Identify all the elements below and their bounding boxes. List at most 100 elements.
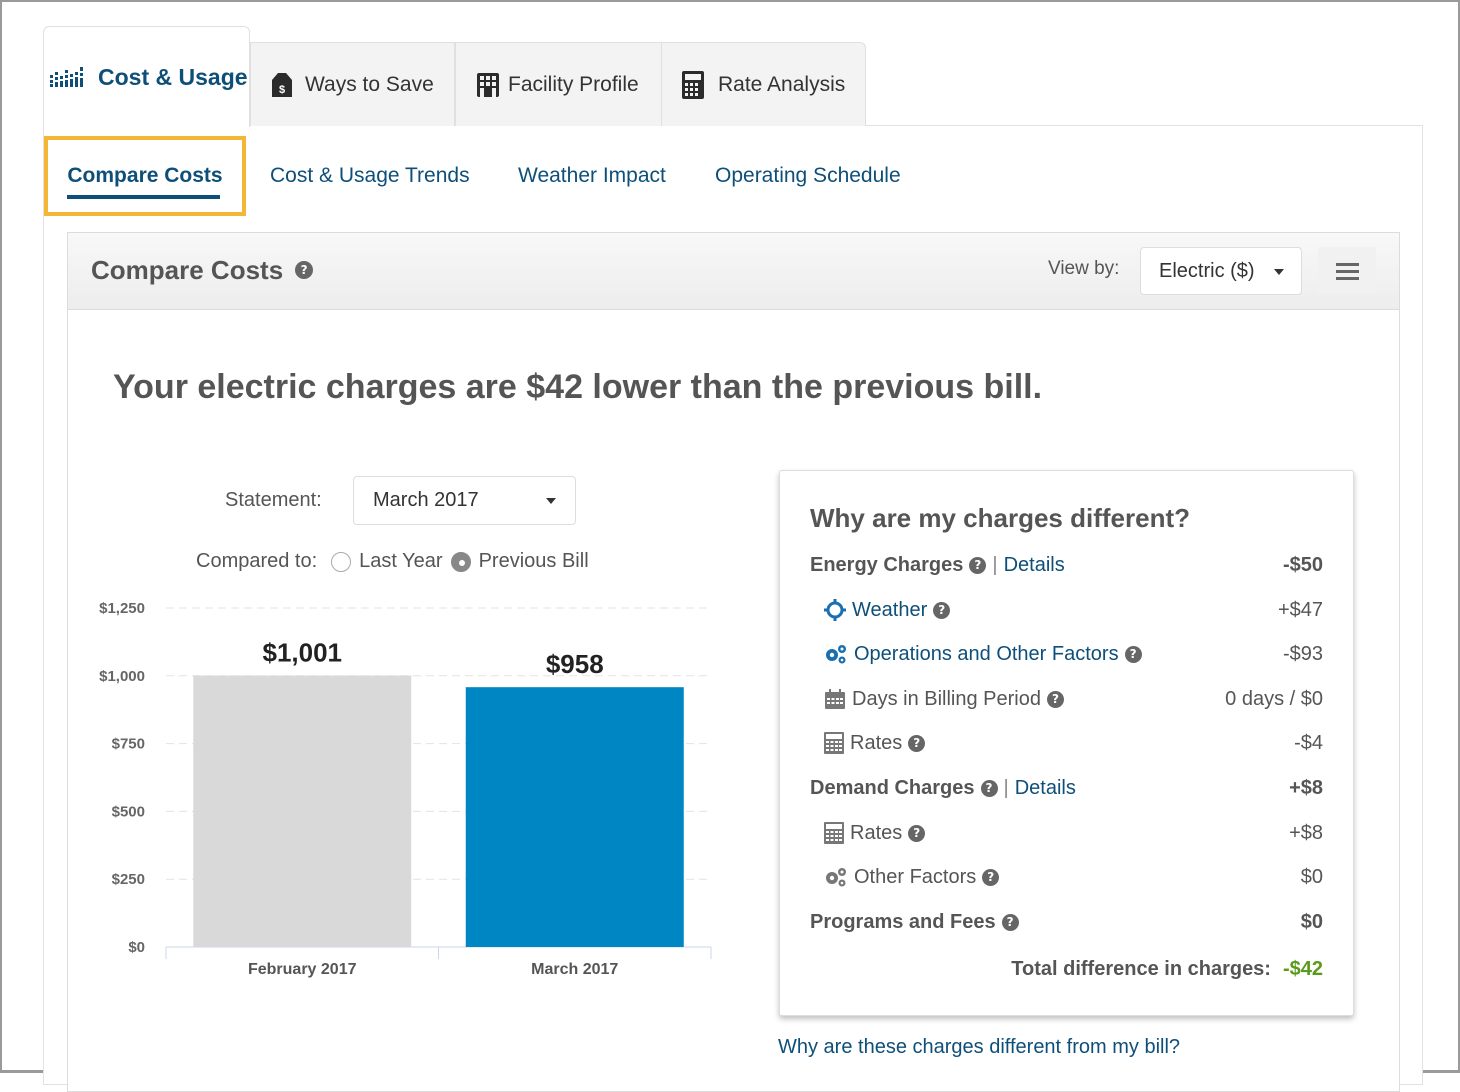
total-label: Total difference in charges: [1011, 958, 1271, 980]
subtab-label: Cost & Usage Trends [270, 164, 470, 187]
building-icon [476, 72, 500, 98]
question-circle-icon[interactable]: ? [908, 824, 926, 842]
calendar-icon [824, 689, 846, 709]
tab-cost-and-usage[interactable]: Cost & Usage [43, 26, 250, 127]
charge-amount: -$50 [1282, 553, 1323, 576]
calculator-icon [824, 822, 844, 844]
total-difference: Total difference in charges: -$42 [1011, 958, 1323, 981]
charge-row-label: Days in Billing Period? [824, 688, 1064, 711]
charge-row: Operations and Other Factors? -$93 [824, 639, 1323, 669]
charge-label[interactable]: Operations and Other Factors [854, 643, 1119, 666]
subtab-operating-schedule[interactable]: Operating Schedule [715, 136, 901, 216]
question-circle-icon[interactable]: ? [933, 601, 951, 619]
charge-label: Energy Charges [810, 553, 964, 576]
compared-to-group: Compared to: Last Year Previous Bill [196, 550, 589, 573]
compare-costs-card: Compare Costs? View by: Electric ($) You… [67, 232, 1400, 1092]
headline: Your electric charges are $42 lower than… [113, 368, 1043, 406]
charge-amount: 0 days / $0 [1225, 687, 1323, 710]
subtab-compare-costs[interactable]: Compare Costs [44, 136, 246, 216]
y-tick-label: $1,000 [99, 668, 145, 685]
tab-facility-profile[interactable]: Facility Profile [455, 42, 662, 126]
question-circle-icon[interactable]: ? [1001, 913, 1019, 931]
subtab-label: Weather Impact [518, 164, 666, 187]
radio-last-year[interactable] [331, 551, 352, 572]
tab-ways-to-save[interactable]: $ Ways to Save [250, 42, 455, 126]
compare-costs-chart: $0 $250 $500 $750 $1,000 $1,250 $1,001 February… [99, 600, 712, 978]
statement-value: March 2017 [373, 489, 479, 511]
radio-previous-bill[interactable] [450, 551, 471, 572]
active-tab-underline [67, 195, 220, 199]
charge-row: Other Factors? $0 [824, 862, 1323, 892]
question-circle-icon[interactable]: ? [1046, 690, 1064, 708]
y-tick-label: $500 [112, 803, 145, 820]
charge-label: Demand Charges [810, 776, 975, 799]
sun-gear-icon [824, 599, 846, 621]
y-tick-label: $1,250 [99, 600, 145, 617]
charge-label: Programs and Fees [810, 910, 996, 933]
subtab-weather-impact[interactable]: Weather Impact [518, 136, 666, 216]
question-circle-icon[interactable]: ? [908, 734, 926, 752]
money-tag-icon: $ [271, 72, 293, 98]
question-circle-icon[interactable]: ? [295, 261, 314, 280]
charge-row: Demand Charges? | Details +$8 [810, 773, 1323, 803]
charge-row: Rates? +$8 [824, 818, 1323, 848]
question-circle-icon[interactable]: ? [980, 779, 998, 797]
separator: | [992, 553, 998, 576]
bar [193, 675, 412, 947]
charge-row-label: Operations and Other Factors? [824, 643, 1142, 666]
charge-row-label: Other Factors? [824, 865, 1000, 889]
hamburger-menu-icon[interactable] [1318, 247, 1376, 295]
question-circle-icon[interactable]: ? [1124, 645, 1142, 663]
charge-row-label: Rates? [824, 821, 926, 845]
charge-row: Rates? -$4 [824, 728, 1323, 758]
why-title: Why are my charges different? [810, 503, 1190, 533]
cogs-icon [824, 644, 848, 664]
calculator-icon [824, 732, 844, 754]
bar-value-label: $958 [546, 649, 604, 679]
compared-to-label: Compared to: [196, 550, 318, 572]
charge-row: Programs and Fees? $0 [810, 907, 1323, 937]
view-by-dropdown[interactable]: Electric ($) [1140, 247, 1302, 295]
tab-label: Rate Analysis [718, 72, 846, 96]
statement-label: Statement: [225, 489, 322, 511]
bar-value-label: $1,001 [262, 638, 342, 668]
charge-label: Other Factors [854, 865, 977, 888]
details-link[interactable]: Details [1015, 777, 1076, 800]
caret-down-icon [1274, 269, 1284, 275]
x-category-label: February 2017 [248, 961, 357, 978]
why-different-from-bill-link[interactable]: Why are these charges different from my … [778, 1036, 1180, 1059]
details-link[interactable]: Details [1004, 554, 1065, 577]
subtab-cost-usage-trends[interactable]: Cost & Usage Trends [270, 136, 470, 216]
question-circle-icon[interactable]: ? [969, 556, 987, 574]
charge-amount: -$4 [1294, 731, 1323, 754]
radio-label-last-year: Last Year [359, 550, 443, 572]
view-by-value: Electric ($) [1159, 259, 1255, 282]
charge-amount: +$8 [1289, 821, 1323, 844]
statement-dropdown[interactable]: March 2017 [353, 476, 576, 525]
charge-amount: -$93 [1282, 642, 1323, 665]
charge-label[interactable]: Weather [852, 599, 927, 622]
tab-rate-analysis[interactable]: Rate Analysis [661, 42, 866, 126]
question-circle-icon[interactable]: ? [982, 868, 1000, 886]
charge-row: Energy Charges? | Details -$50 [810, 550, 1323, 580]
charge-row: Days in Billing Period? 0 days / $0 [824, 684, 1323, 714]
charge-amount: +$8 [1289, 776, 1323, 799]
total-value: -$42 [1282, 958, 1323, 980]
bar [465, 687, 684, 947]
y-tick-label: $750 [112, 736, 145, 753]
charge-label: Rates [850, 821, 903, 844]
charge-row-label: Rates? [824, 731, 926, 755]
y-tick-label: $0 [128, 939, 145, 956]
view-by-label: View by: [1048, 258, 1120, 279]
y-tick-label: $250 [112, 871, 145, 888]
radio-label-previous-bill: Previous Bill [478, 550, 589, 572]
card-title-text: Compare Costs [91, 255, 284, 285]
charge-row-label: Energy Charges? | Details [810, 554, 1065, 577]
charge-amount: $0 [1300, 865, 1323, 888]
subtab-label: Compare Costs [67, 164, 223, 187]
charge-row-label: Programs and Fees? [810, 911, 1019, 934]
card-title: Compare Costs? [91, 255, 314, 286]
tab-label: Cost & Usage [98, 63, 248, 90]
charge-amount: +$47 [1277, 598, 1323, 621]
charge-label: Rates [850, 731, 903, 754]
